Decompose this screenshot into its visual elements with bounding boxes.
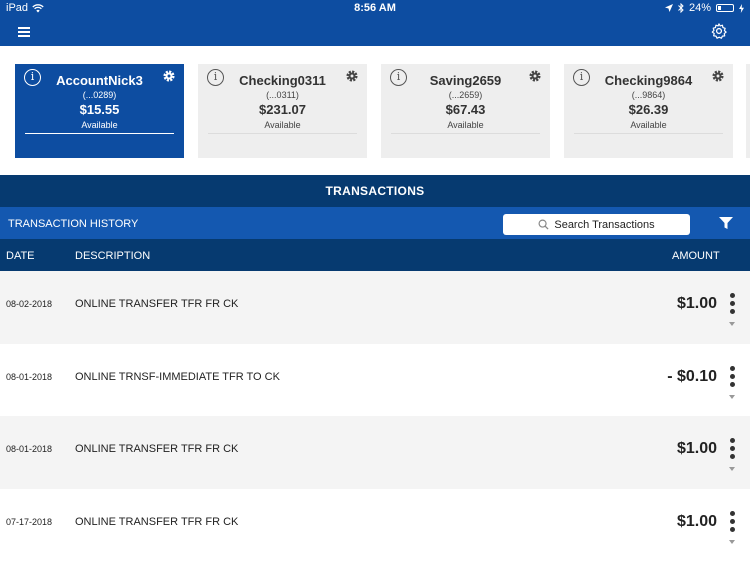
transaction-date: 08-02-2018: [6, 299, 53, 309]
expand-caret-icon[interactable]: [729, 322, 735, 326]
search-placeholder: Search Transactions: [554, 218, 655, 231]
search-transactions-input[interactable]: Search Transactions: [503, 214, 690, 235]
account-balance: $67.43: [445, 102, 486, 117]
transaction-date: 07-17-2018: [6, 517, 53, 527]
expand-caret-icon[interactable]: [729, 540, 735, 544]
transaction-description: ONLINE TRANSFER TFR FR CK: [75, 298, 239, 310]
hamburger-icon-line: [18, 35, 30, 37]
account-status: Available: [447, 120, 484, 130]
account-card[interactable]: i AccountNick3 (...0289) $15.55 Availabl…: [15, 64, 184, 158]
transaction-history-label: TRANSACTION HISTORY: [8, 218, 139, 230]
hamburger-icon-line: [18, 27, 30, 29]
status-bar: iPad 8:56 AM 24%: [0, 0, 750, 18]
transaction-row[interactable]: 07-17-2018 ONLINE TRANSFER TFR FR CK $1.…: [0, 489, 750, 562]
transaction-amount: $1.00: [676, 513, 717, 530]
account-balance: $15.55: [79, 102, 120, 117]
settings-gear-icon[interactable]: [710, 22, 728, 40]
account-card[interactable]: i Checking9864 (...9864) $26.39 Availabl…: [564, 64, 733, 158]
account-number: (...2659): [448, 90, 483, 100]
next-account-card-peek[interactable]: [746, 64, 750, 158]
account-card[interactable]: i Checking0311 (...0311) $231.07 Availab…: [198, 64, 367, 158]
transaction-date: 08-01-2018: [6, 444, 53, 454]
account-number: (...9864): [631, 90, 666, 100]
card-divider: [208, 133, 357, 134]
column-header-amount[interactable]: AMOUNT: [672, 250, 720, 262]
status-right: 24%: [664, 2, 744, 14]
account-status: Available: [81, 120, 118, 130]
transaction-description: ONLINE TRANSFER TFR FR CK: [75, 516, 239, 528]
selection-underline: [25, 133, 174, 134]
account-number: (...0289): [82, 90, 117, 100]
card-divider: [391, 133, 540, 134]
account-name: AccountNick3: [56, 73, 143, 88]
transaction-description: ONLINE TRNSF-IMMEDIATE TFR TO CK: [75, 371, 280, 383]
battery-icon: [716, 4, 734, 12]
expand-caret-icon[interactable]: [729, 395, 735, 399]
more-options-icon[interactable]: [728, 293, 738, 317]
account-number: (...0311): [266, 90, 299, 100]
column-header-description[interactable]: DESCRIPTION: [75, 250, 150, 262]
tab-transactions[interactable]: TRANSACTIONS: [0, 175, 750, 207]
transaction-date: 08-01-2018: [6, 372, 53, 382]
search-icon: [538, 219, 549, 230]
charging-bolt-icon: [739, 3, 744, 13]
location-arrow-icon: [664, 4, 673, 12]
status-time: 8:56 AM: [354, 2, 396, 14]
more-options-icon[interactable]: [728, 366, 738, 390]
account-status: Available: [264, 120, 301, 130]
hamburger-icon-line: [18, 31, 30, 33]
account-status: Available: [630, 120, 667, 130]
account-name: Saving2659: [429, 73, 502, 88]
transaction-amount: - $0.10: [667, 368, 717, 385]
account-card[interactable]: i Saving2659 (...2659) $67.43 Available: [381, 64, 550, 158]
transaction-amount: $1.00: [676, 295, 717, 312]
battery-percent: 24%: [688, 2, 711, 14]
more-options-icon[interactable]: [728, 511, 738, 535]
card-divider: [574, 133, 723, 134]
account-balance: $231.07: [259, 102, 306, 117]
transaction-row[interactable]: 08-01-2018 ONLINE TRANSFER TFR FR CK $1.…: [0, 416, 750, 489]
account-name: Checking0311: [239, 73, 326, 88]
column-header-date[interactable]: DATE: [6, 250, 35, 262]
transaction-history-bar: TRANSACTION HISTORY Search Transactions: [0, 207, 750, 239]
transaction-row[interactable]: 08-02-2018 ONLINE TRANSFER TFR FR CK $1.…: [0, 271, 750, 344]
filter-icon[interactable]: [718, 216, 734, 230]
account-name: Checking9864: [604, 73, 693, 88]
hamburger-menu-button[interactable]: [14, 22, 36, 42]
accounts-carousel[interactable]: i AccountNick3 (...0289) $15.55 Availabl…: [0, 46, 750, 175]
more-options-icon[interactable]: [728, 438, 738, 462]
transaction-amount: $1.00: [676, 440, 717, 457]
expand-caret-icon[interactable]: [729, 467, 735, 471]
account-balance: $26.39: [628, 102, 669, 117]
transaction-description: ONLINE TRANSFER TFR FR CK: [75, 443, 239, 455]
nav-bar: [0, 18, 750, 46]
transaction-row[interactable]: 08-01-2018 ONLINE TRNSF-IMMEDIATE TFR TO…: [0, 344, 750, 417]
table-header: DATE DESCRIPTION AMOUNT: [0, 239, 750, 271]
battery-fill: [718, 6, 721, 10]
bluetooth-icon: [678, 3, 684, 13]
